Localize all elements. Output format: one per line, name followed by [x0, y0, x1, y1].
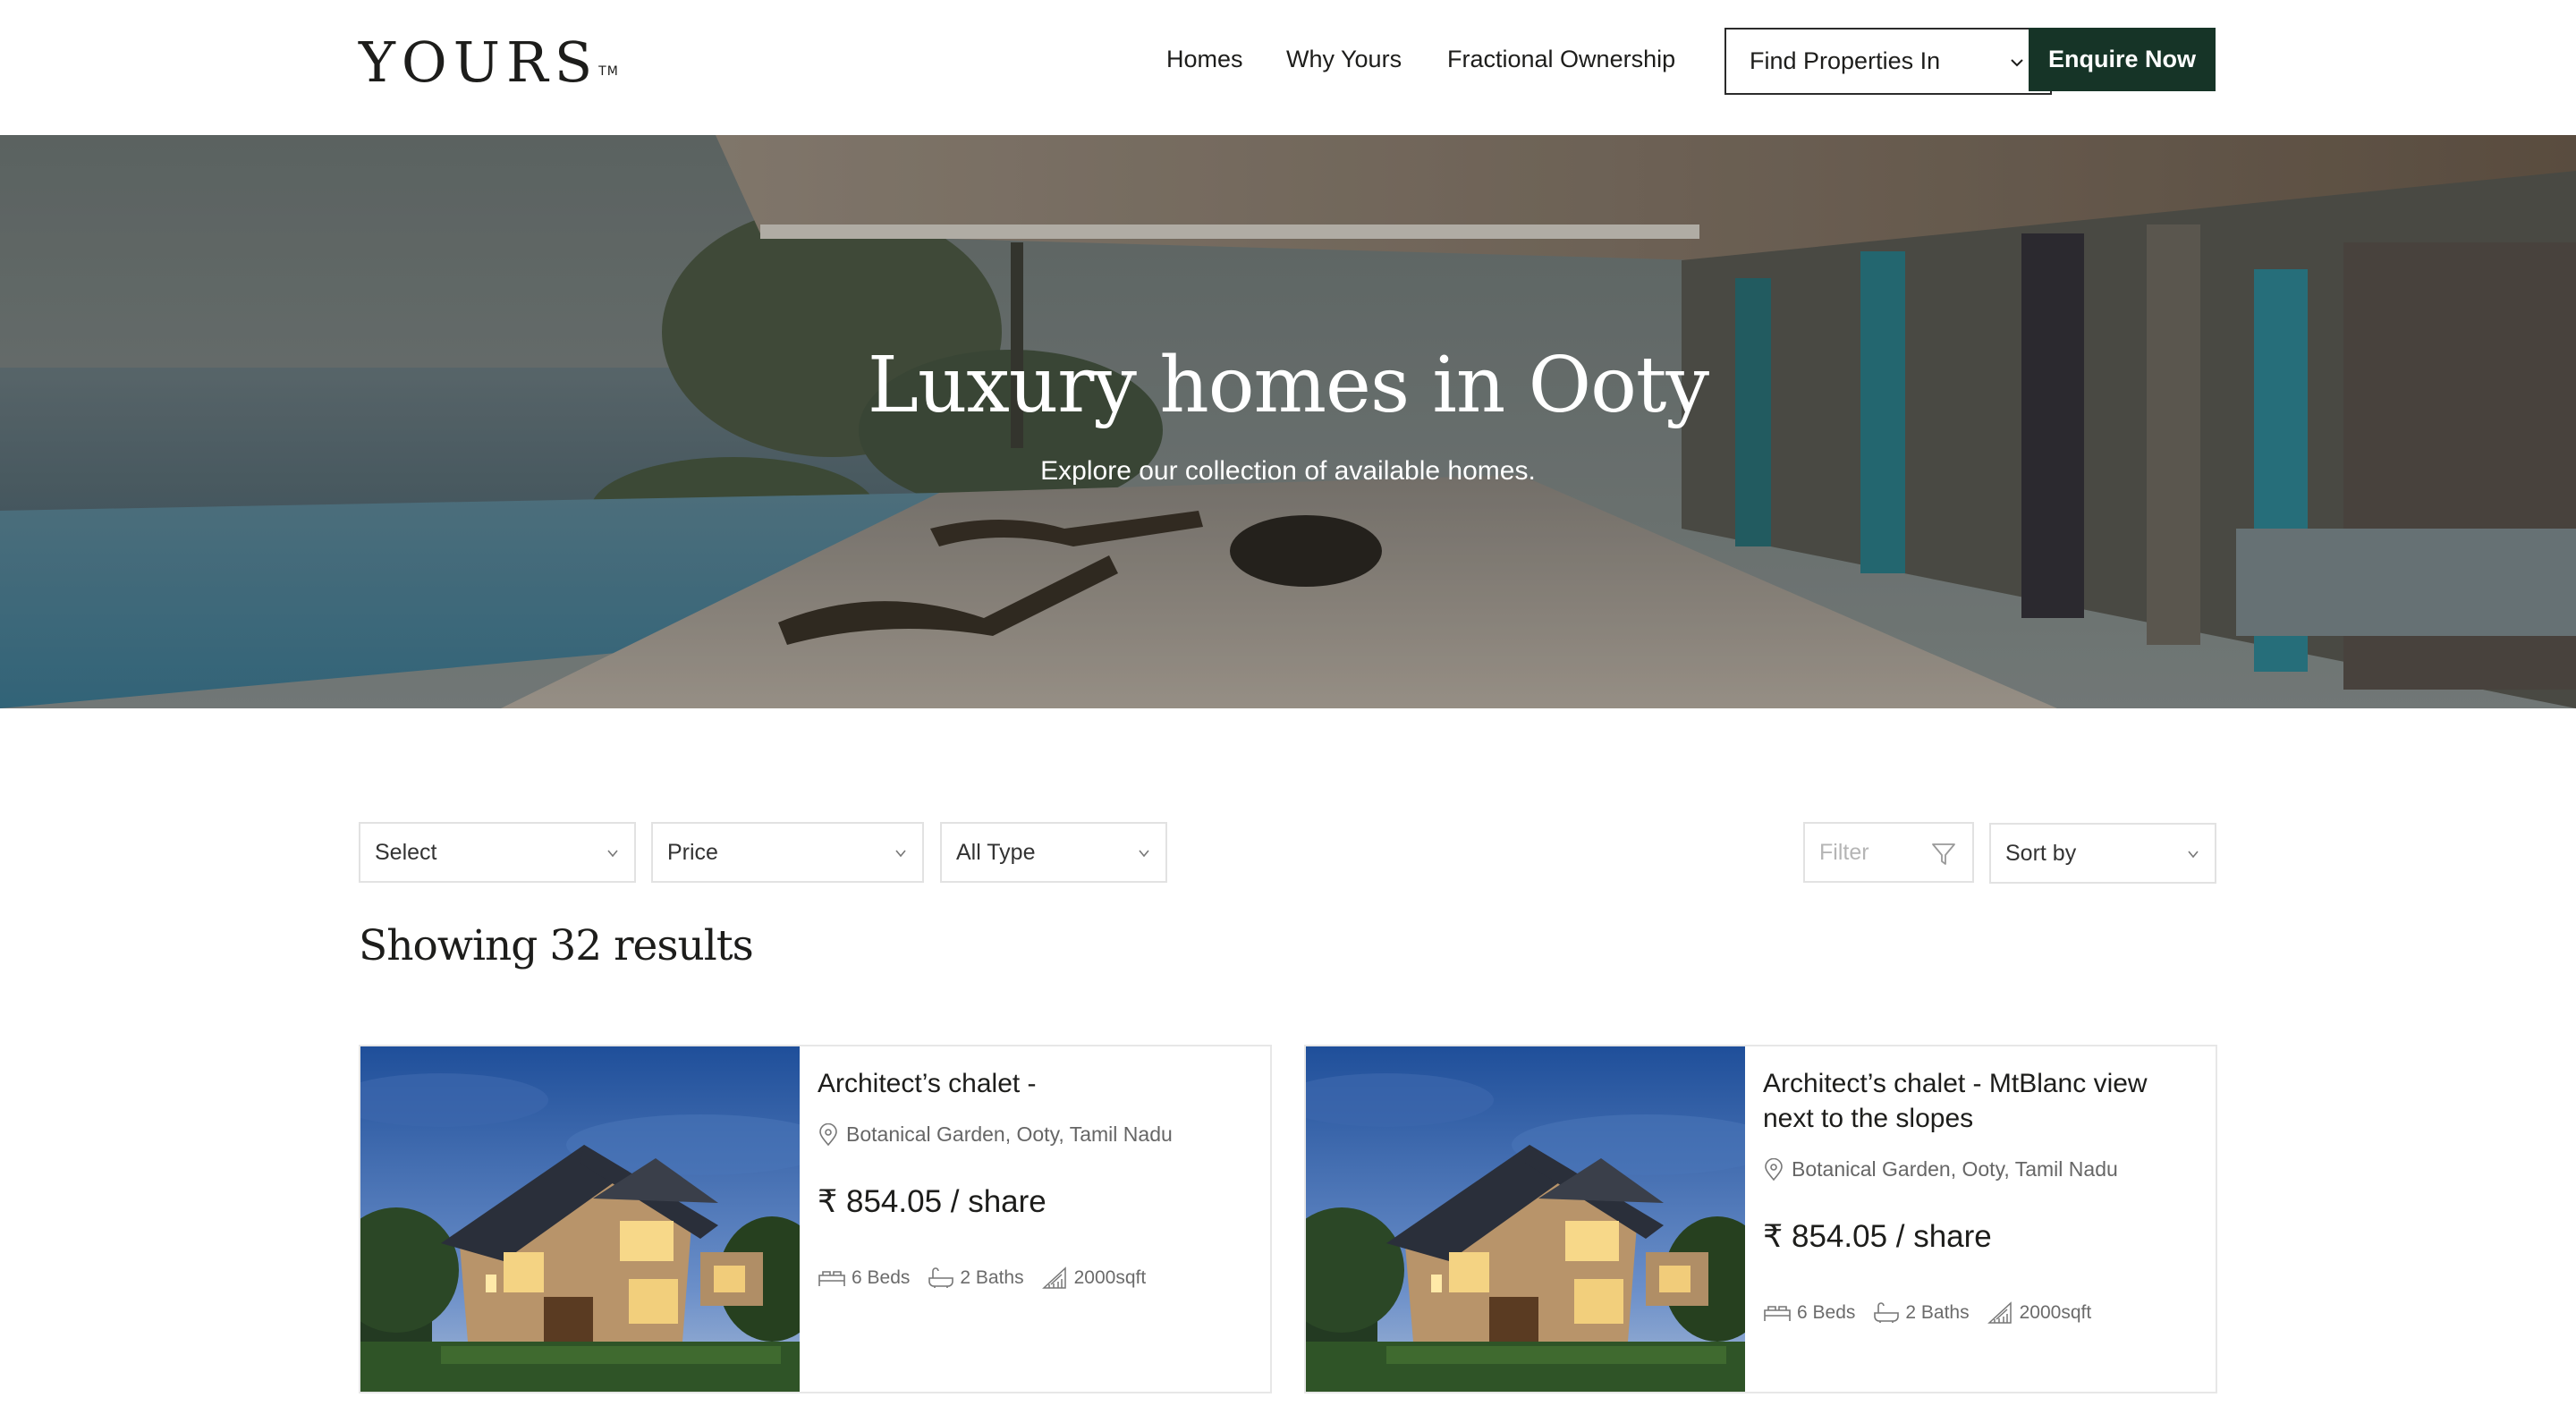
location-pin-icon	[1765, 1157, 1783, 1181]
area-feature: 2000sqft	[1987, 1301, 2092, 1325]
area-feature: 2000sqft	[1041, 1266, 1147, 1290]
type-select-label: All Type	[956, 839, 1036, 865]
chevron-down-icon	[2188, 851, 2199, 859]
bed-icon	[818, 1271, 845, 1286]
listing-location-text: Botanical Garden, Ooty, Tamil Nadu	[1792, 1157, 2118, 1181]
find-properties-label: Find Properties In	[1750, 47, 1941, 74]
hero-subtitle: Explore our collection of available home…	[1040, 456, 1536, 486]
sort-select[interactable]: Sort by	[1989, 823, 2216, 884]
baths-text: 2 Baths	[1905, 1302, 1970, 1323]
bathtub-icon	[1874, 1302, 1900, 1323]
listing-card[interactable]: Architect’s chalet - Botanical Garden, O…	[359, 1045, 1272, 1393]
yours-logo[interactable]: YOURSTM	[359, 30, 619, 95]
area-text: 2000sqft	[1073, 1267, 1147, 1288]
chevron-down-icon	[607, 850, 618, 858]
results-count: Showing 32 results	[359, 921, 754, 970]
chevron-down-icon	[2011, 59, 2023, 67]
listing-price: ₹ 854.05 / share	[818, 1184, 1046, 1219]
baths-feature: 2 Baths	[1873, 1302, 1970, 1324]
funnel-icon	[1932, 843, 1955, 865]
location-select-label: Select	[375, 839, 437, 865]
sort-select-label: Sort by	[2005, 840, 2077, 866]
listing-title[interactable]: Architect’s chalet -	[818, 1066, 1256, 1101]
enquire-now-button[interactable]: Enquire Now	[2029, 28, 2216, 91]
site-header: YOURSTM Homes Why Yours Fractional Owner…	[0, 0, 2576, 135]
bed-icon	[1764, 1306, 1791, 1321]
listing-location-text: Botanical Garden, Ooty, Tamil Nadu	[846, 1122, 1173, 1146]
chevron-down-icon	[1139, 850, 1149, 858]
nav-homes[interactable]: Homes	[1166, 39, 1243, 79]
baths-feature: 2 Baths	[928, 1267, 1024, 1289]
beds-feature: 6 Beds	[818, 1267, 910, 1289]
listing-features: 6 Beds 2 Baths 2000sqft	[1763, 1301, 2201, 1325]
bathtub-icon	[928, 1267, 954, 1288]
nav-why-yours[interactable]: Why Yours	[1286, 39, 1402, 79]
chevron-down-icon	[895, 850, 906, 858]
listing-title[interactable]: Architect’s chalet - MtBlanc view next t…	[1763, 1066, 2201, 1136]
price-select-label: Price	[667, 839, 718, 865]
listing-details: Architect’s chalet - MtBlanc view next t…	[1763, 1046, 2201, 1325]
location-pin-icon	[819, 1122, 837, 1146]
beds-feature: 6 Beds	[1763, 1302, 1855, 1324]
filter-button[interactable]: Filter	[1803, 822, 1974, 883]
baths-text: 2 Baths	[960, 1267, 1024, 1288]
listing-location: Botanical Garden, Ooty, Tamil Nadu	[1763, 1157, 2201, 1182]
area-icon	[1987, 1301, 2012, 1324]
hero-banner: Luxury homes in Ooty Explore our collect…	[0, 135, 2576, 708]
listing-details: Architect’s chalet - Botanical Garden, O…	[818, 1046, 1256, 1290]
listing-features: 6 Beds 2 Baths 2000sqft	[818, 1266, 1256, 1290]
price-select[interactable]: Price	[651, 822, 924, 883]
listing-location: Botanical Garden, Ooty, Tamil Nadu	[818, 1122, 1256, 1147]
listing-image[interactable]	[1306, 1046, 1745, 1393]
hero-title: Luxury homes in Ooty	[867, 341, 1709, 430]
filter-label: Filter	[1819, 839, 1869, 865]
listing-price: ₹ 854.05 / share	[1763, 1219, 1992, 1254]
location-select[interactable]: Select	[359, 822, 636, 883]
beds-text: 6 Beds	[852, 1267, 911, 1288]
type-select[interactable]: All Type	[940, 822, 1167, 883]
listing-card[interactable]: Architect’s chalet - MtBlanc view next t…	[1304, 1045, 2217, 1393]
find-properties-dropdown[interactable]: Find Properties In	[1724, 28, 2052, 95]
listing-image[interactable]	[360, 1046, 800, 1393]
nav-fractional-ownership[interactable]: Fractional Ownership	[1447, 39, 1675, 79]
area-text: 2000sqft	[2019, 1302, 2092, 1323]
beds-text: 6 Beds	[1797, 1302, 1856, 1323]
area-icon	[1041, 1266, 1066, 1289]
trademark-mark: TM	[598, 64, 619, 79]
